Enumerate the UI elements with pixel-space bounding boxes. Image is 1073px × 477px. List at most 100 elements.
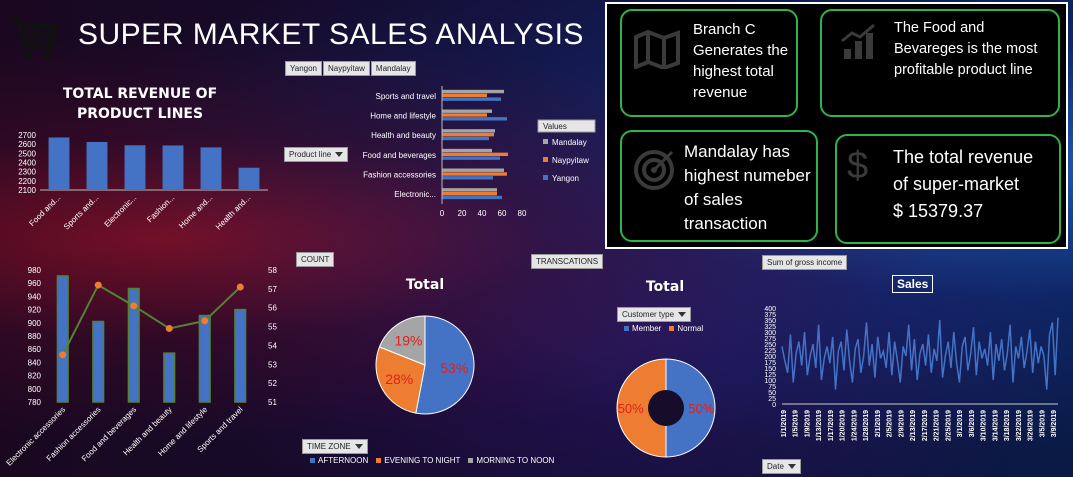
- city-bar-chart: Sports and travel Home and lifestyle Healt…: [363, 86, 596, 218]
- x-tick-label: Health and...: [214, 193, 252, 231]
- y-tick-label: Fashion accessories: [363, 171, 436, 180]
- slicer-yangon[interactable]: Yangon: [285, 61, 322, 76]
- bar: [92, 320, 105, 403]
- bar: [162, 145, 184, 190]
- y2-tick-label: 53: [268, 360, 277, 369]
- slice-label: 28%: [385, 371, 413, 387]
- count-button[interactable]: COUNT: [296, 252, 335, 267]
- bar: [442, 148, 492, 153]
- city-slicer[interactable]: Yangon Naypyitaw Mandalay: [285, 61, 416, 76]
- y-tick-label: 25: [768, 396, 776, 403]
- y-tick-label: 325: [764, 324, 776, 331]
- y2-tick-label: 56: [268, 304, 277, 313]
- y-tick-label: 920: [28, 306, 42, 315]
- slice-label: 50%: [688, 401, 714, 416]
- series-line: [781, 317, 1059, 390]
- y-tick-label: Health and beauty: [371, 131, 436, 140]
- y-tick-label: 980: [28, 266, 42, 275]
- y-tick-label: Sports and travel: [376, 92, 437, 101]
- legend-swatch: [543, 175, 548, 180]
- x-tick-label: 1/13/2019: [816, 410, 823, 441]
- bar: [442, 195, 502, 200]
- x-tick-label: 3/26/2019: [1028, 410, 1035, 441]
- bar: [442, 132, 494, 137]
- bar: [124, 145, 146, 190]
- insight-text: Generates the: [693, 42, 789, 59]
- line-point: [59, 351, 67, 359]
- insight-text: revenue: [693, 84, 748, 101]
- x-tick-label: 3/10/2019: [981, 410, 988, 441]
- x-tick-label: 2/9/2019: [898, 410, 905, 437]
- y2-tick-label: 51: [268, 398, 277, 407]
- y-tick-label: 900: [28, 319, 42, 328]
- insight-text: highest total: [693, 63, 774, 80]
- y-tick-label: 880: [28, 332, 42, 341]
- x-tick-label: 2/5/2019: [887, 410, 894, 437]
- legend-item: Member: [624, 324, 661, 333]
- x-tick-label: 2/13/2019: [910, 410, 917, 441]
- insight-text: profitable product line: [894, 62, 1033, 78]
- line-point: [94, 281, 102, 289]
- x-tick-label: Food and...: [27, 193, 62, 228]
- y-tick-label: 250: [764, 342, 776, 349]
- legend-item: MORNING TO NOON: [468, 456, 554, 465]
- y-tick-label: 960: [28, 279, 42, 288]
- legend-item: AFTERNOON: [310, 456, 368, 465]
- bar: [238, 167, 260, 190]
- y-tick-label: Food and beverages: [363, 151, 436, 160]
- x-tick-label: 60: [498, 209, 507, 218]
- y-tick-label: 100: [764, 378, 776, 385]
- y-tick-label: 0: [772, 402, 776, 409]
- y-tick-label: 125: [764, 372, 776, 379]
- insight-card-product: The Food and Bevareges is the most profi…: [820, 9, 1060, 117]
- cart-icon: [10, 14, 60, 69]
- customer-type-filter[interactable]: Customer type: [617, 307, 692, 322]
- y-tick-label: 2500: [18, 149, 36, 158]
- x-tick-label: Fashion...: [145, 193, 176, 224]
- slicer-naypyitaw[interactable]: Naypyitaw: [323, 61, 370, 76]
- product-line-filter[interactable]: Product line: [284, 147, 349, 162]
- bar: [442, 93, 487, 98]
- chevron-down-icon: [354, 444, 363, 449]
- sales-line-chart: 0255075100125150175200225250275300325350…: [764, 306, 1059, 441]
- time-zone-pie-title: Total: [405, 277, 445, 293]
- revenue-chart: 2100220023002400250026002700 Food and... S…: [18, 131, 268, 231]
- bar: [56, 275, 69, 403]
- product-line-filter-label: Product line: [289, 150, 332, 159]
- legend-title: Values: [543, 122, 567, 131]
- bar: [442, 136, 489, 141]
- x-tick-label: 3/1/2019: [957, 410, 964, 437]
- y-tick-label: 2200: [18, 177, 36, 186]
- x-tick-label: 3/18/2019: [1004, 410, 1011, 441]
- donut-hole: [648, 390, 684, 426]
- bar: [442, 172, 507, 176]
- x-tick-label: 1/5/2019: [793, 410, 800, 437]
- transactions-button[interactable]: TRANSCATIONS: [531, 254, 604, 269]
- date-filter[interactable]: Date: [762, 459, 801, 474]
- customer-type-filter-label: Customer type: [622, 310, 675, 319]
- y-tick-label: 2700: [18, 131, 36, 140]
- time-zone-filter[interactable]: TIME ZONE: [302, 439, 368, 454]
- slicer-mandalay[interactable]: Mandalay: [370, 61, 416, 76]
- bar: [198, 314, 211, 403]
- slice-label: 19%: [394, 333, 422, 349]
- insight-text: Bevareges is the most: [894, 41, 1038, 57]
- y-tick-label: 175: [764, 360, 776, 367]
- dollar-icon: $: [847, 145, 868, 186]
- sales-chart-title: Sales: [892, 275, 934, 293]
- gross-income-button[interactable]: Sum of gross income: [762, 255, 848, 270]
- bar: [86, 141, 108, 190]
- line-point: [130, 302, 138, 310]
- bar: [442, 191, 497, 196]
- insight-card-revenue: $ The total revenue of super-market $ 15…: [835, 134, 1061, 244]
- x-tick-label: 3/22/2019: [1016, 410, 1023, 441]
- bar: [442, 113, 487, 117]
- line-point: [165, 324, 173, 332]
- insight-card-branch: Branch C Generates the highest total rev…: [620, 9, 798, 117]
- customer-legend: Member Normal: [624, 324, 703, 333]
- y-tick-label: 350: [764, 318, 776, 325]
- x-tick-label: 2/21/2019: [934, 410, 941, 441]
- legend-label: Yangon: [552, 174, 579, 183]
- x-tick-label: 3/6/2019: [969, 410, 976, 437]
- bar: [442, 97, 501, 101]
